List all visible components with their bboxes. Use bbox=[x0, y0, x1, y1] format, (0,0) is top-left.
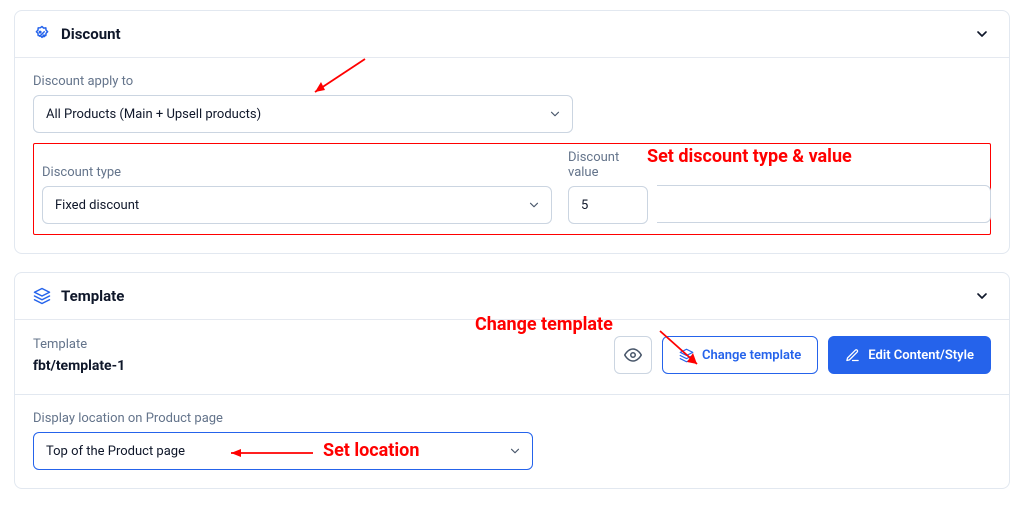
display-location-value: Top of the Product page bbox=[46, 444, 185, 459]
display-location-select[interactable]: Top of the Product page bbox=[33, 432, 533, 470]
discount-value-input[interactable]: 5 bbox=[568, 186, 648, 224]
discount-type-label: Discount type bbox=[42, 165, 552, 180]
discount-badge-icon bbox=[33, 25, 51, 43]
template-header[interactable]: Template bbox=[15, 273, 1009, 320]
edit-content-style-button[interactable]: Edit Content/Style bbox=[828, 336, 991, 374]
template-title: Template bbox=[61, 287, 124, 305]
discount-value-input-extension[interactable] bbox=[657, 185, 991, 223]
template-name: fbt/template-1 bbox=[33, 358, 602, 374]
chevron-down-icon bbox=[548, 107, 562, 121]
layers-icon bbox=[679, 348, 694, 363]
change-template-label: Change template bbox=[702, 348, 801, 363]
discount-value: 5 bbox=[581, 198, 588, 213]
apply-to-value: All Products (Main + Upsell products) bbox=[46, 107, 261, 122]
apply-to-label: Discount apply to bbox=[33, 74, 991, 89]
divider bbox=[15, 394, 1009, 395]
eye-icon bbox=[624, 346, 642, 364]
chevron-down-icon[interactable] bbox=[973, 25, 991, 43]
edit-icon bbox=[845, 348, 860, 363]
discount-type-value: Fixed discount bbox=[55, 198, 139, 213]
template-card: Template Change template Template fbt/te… bbox=[14, 272, 1010, 489]
change-template-button[interactable]: Change template bbox=[662, 336, 818, 374]
discount-type-select[interactable]: Fixed discount bbox=[42, 186, 552, 224]
preview-button[interactable] bbox=[614, 336, 652, 374]
chevron-down-icon bbox=[527, 198, 541, 212]
layers-icon bbox=[33, 287, 51, 305]
chevron-down-icon bbox=[508, 444, 522, 458]
discount-value-label: Discount value bbox=[568, 150, 648, 180]
discount-header[interactable]: Discount bbox=[15, 11, 1009, 58]
discount-title: Discount bbox=[61, 25, 121, 43]
apply-to-select[interactable]: All Products (Main + Upsell products) bbox=[33, 95, 573, 133]
discount-card: Discount Discount apply to All Products … bbox=[14, 10, 1010, 254]
edit-content-label: Edit Content/Style bbox=[868, 348, 974, 363]
location-label: Display location on Product page bbox=[33, 411, 991, 426]
template-label: Template bbox=[33, 337, 602, 352]
chevron-down-icon[interactable] bbox=[973, 287, 991, 305]
